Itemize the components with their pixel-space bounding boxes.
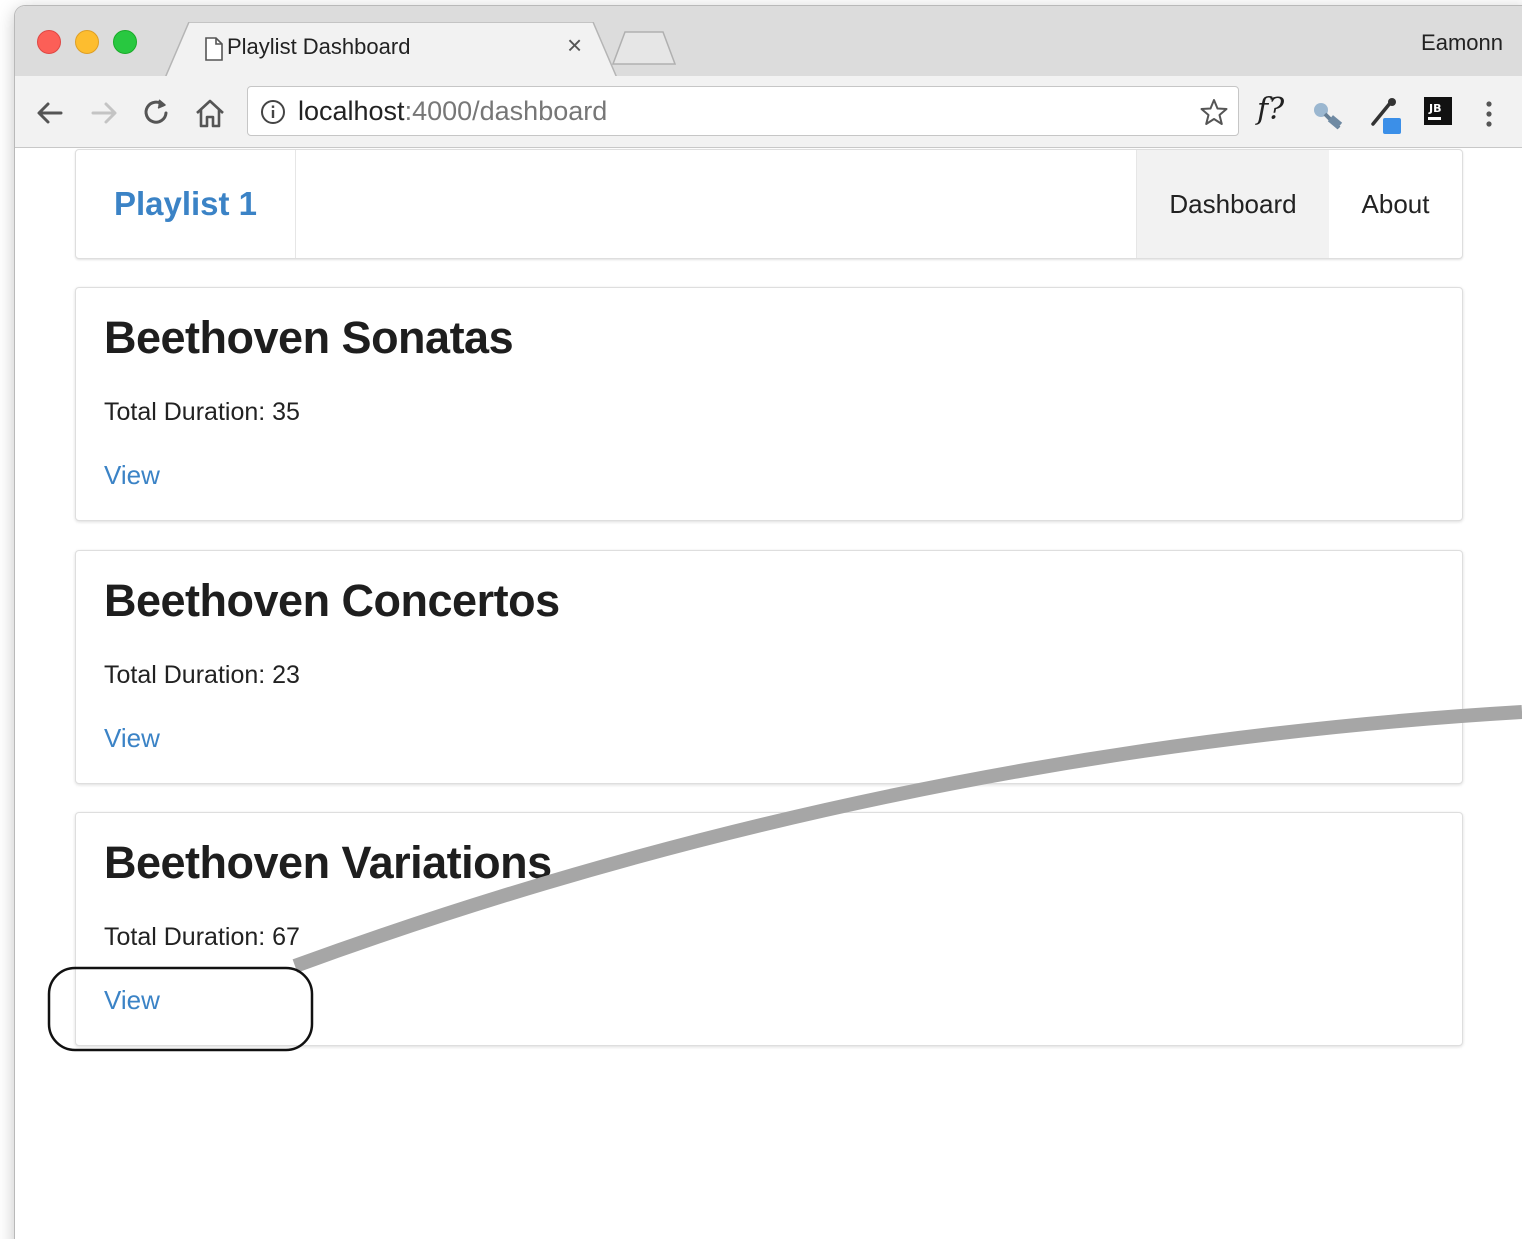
more-options-icon[interactable]: [1477, 98, 1501, 130]
home-icon[interactable]: [193, 96, 227, 130]
bookmark-star-icon[interactable]: [1200, 98, 1228, 126]
playlist-duration: Total Duration: 67: [104, 923, 300, 951]
view-playlist-link[interactable]: View: [104, 985, 160, 1016]
view-playlist-link[interactable]: View: [104, 723, 160, 754]
playlist-card: Beethoven Concertos Total Duration: 23 V…: [75, 550, 1463, 784]
nav-about[interactable]: About: [1329, 150, 1462, 258]
satellite-extension-icon[interactable]: [1311, 98, 1345, 132]
forward-arrow-icon[interactable]: [87, 96, 121, 130]
navbar-brand[interactable]: Playlist 1: [76, 150, 296, 258]
playlist-card: Beethoven Variations Total Duration: 67 …: [75, 812, 1463, 1046]
playlist-duration: Total Duration: 35: [104, 398, 300, 426]
playlist-title: Beethoven Variations: [104, 837, 552, 888]
view-playlist-link[interactable]: View: [104, 460, 160, 491]
browser-window: Playlist Dashboard × Eamonn localhost:40…: [15, 6, 1522, 1239]
new-tab-button[interactable]: [611, 30, 677, 66]
back-arrow-icon[interactable]: [33, 96, 67, 130]
close-window-button[interactable]: [37, 30, 61, 54]
playlist-duration: Total Duration: 23: [104, 661, 300, 689]
playlist-title: Beethoven Concertos: [104, 575, 560, 626]
page-content: Playlist 1 Dashboard About Beethoven Son…: [15, 149, 1522, 1239]
url-text[interactable]: localhost:4000/dashboard: [298, 96, 607, 127]
address-bar[interactable]: localhost:4000/dashboard: [247, 86, 1239, 136]
document-icon: [205, 37, 223, 61]
svg-text:JB: JB: [1428, 102, 1441, 115]
jetbrains-extension-icon[interactable]: JB: [1423, 96, 1453, 126]
minimize-window-button[interactable]: [75, 30, 99, 54]
close-tab-icon[interactable]: ×: [567, 32, 582, 58]
playlist-title: Beethoven Sonatas: [104, 312, 514, 363]
profile-name[interactable]: Eamonn: [1421, 30, 1503, 56]
info-icon[interactable]: [260, 99, 286, 125]
url-host: localhost: [298, 96, 405, 126]
tab-title: Playlist Dashboard: [227, 34, 411, 59]
eyedropper-extension-icon[interactable]: [1367, 94, 1403, 136]
maximize-window-button[interactable]: [113, 30, 137, 54]
playlist-card: Beethoven Sonatas Total Duration: 35 Vie…: [75, 287, 1463, 521]
url-path: :4000/dashboard: [404, 96, 608, 126]
function-extension-icon[interactable]: f?: [1257, 92, 1284, 127]
nav-dashboard[interactable]: Dashboard: [1136, 150, 1329, 258]
reload-icon[interactable]: [139, 96, 173, 130]
app-navbar: Playlist 1 Dashboard About: [75, 149, 1463, 259]
screenshot: Playlist Dashboard × Eamonn localhost:40…: [0, 0, 1522, 1239]
